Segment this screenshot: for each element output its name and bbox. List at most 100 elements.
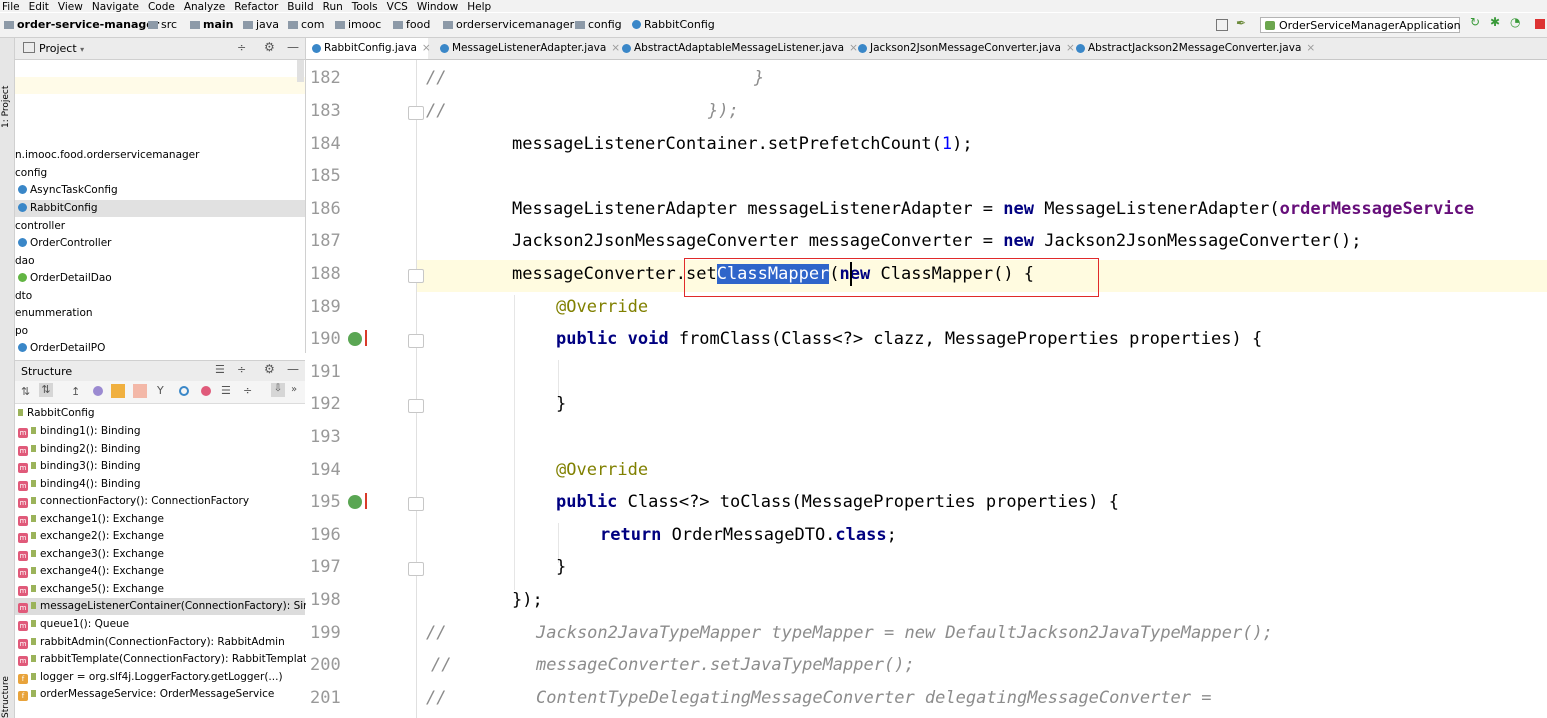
expand-all-icon[interactable]: ☰ [221, 384, 231, 397]
minimize-icon[interactable]: — [287, 362, 299, 376]
tree-item[interactable]: po [15, 325, 28, 337]
breadcrumb-config[interactable]: config [575, 18, 622, 31]
build-hammer-icon[interactable]: ✒ [1236, 16, 1246, 30]
structure-item[interactable]: m exchange1(): Exchange [18, 513, 164, 526]
structure-tool-button[interactable]: Structure [1, 676, 11, 718]
menu-file[interactable]: File [2, 2, 20, 13]
tree-item[interactable]: OrderDetailDao [18, 272, 112, 284]
tree-item-selected[interactable]: RabbitConfig [18, 202, 98, 214]
structure-item[interactable]: m exchange4(): Exchange [18, 565, 164, 578]
structure-item[interactable]: f orderMessageService: OrderMessageServic… [18, 688, 274, 701]
breadcrumb-com[interactable]: com [288, 18, 325, 31]
code-line-201[interactable]: //ContentTypeDelegatingMessageConverter … [426, 688, 1212, 708]
structure-item[interactable]: m rabbitTemplate(ConnectionFactory): Rabb… [18, 653, 314, 666]
structure-item[interactable]: f logger = org.slf4j.LoggerFactory.getLog… [18, 671, 283, 684]
code-line-190[interactable]: public void fromClass(Class<?> clazz, Me… [556, 329, 1262, 349]
fold-marker-icon[interactable] [408, 106, 424, 120]
close-icon[interactable]: × [422, 42, 431, 54]
more-icon[interactable]: » [291, 384, 297, 395]
menu-help[interactable]: Help [467, 2, 491, 13]
tab-messagelisteneradapter[interactable]: MessageListenerAdapter.java × [434, 38, 620, 59]
close-icon[interactable]: × [1306, 42, 1315, 54]
show-non-public-icon[interactable] [133, 384, 147, 398]
tree-item[interactable]: enummeration [15, 307, 93, 319]
breadcrumb-orderservicemanager[interactable]: orderservicemanager [443, 18, 574, 31]
menu-window[interactable]: Window [417, 2, 458, 13]
fold-marker-icon[interactable] [408, 269, 424, 283]
structure-item[interactable]: m exchange2(): Exchange [18, 530, 164, 543]
code-line-183[interactable]: //}); [426, 101, 739, 121]
structure-item[interactable]: m binding4(): Binding [18, 478, 141, 491]
menu-tools[interactable]: Tools [352, 2, 378, 13]
tree-item[interactable]: AsyncTaskConfig [18, 184, 118, 196]
coverage-icon[interactable]: ◔ [1510, 15, 1520, 29]
menu-vcs[interactable]: VCS [387, 2, 408, 13]
breadcrumb-src[interactable]: src [148, 18, 177, 31]
code-line-194[interactable]: @Override [556, 460, 648, 480]
tree-item[interactable]: OrderController [18, 237, 112, 249]
tree-item[interactable]: controller [15, 220, 65, 232]
structure-item-selected[interactable]: m messageListenerContainer(ConnectionFact… [18, 600, 329, 613]
structure-item[interactable]: m exchange3(): Exchange [18, 548, 164, 561]
tree-item[interactable]: dao [15, 255, 35, 267]
fold-marker-icon[interactable] [408, 334, 424, 348]
structure-item[interactable]: m binding3(): Binding [18, 460, 141, 473]
menu-analyze[interactable]: Analyze [184, 2, 225, 13]
implements-method-icon[interactable] [348, 493, 367, 509]
sort-visibility-icon[interactable]: ⇅ [39, 383, 53, 397]
breadcrumb-main[interactable]: main [190, 18, 234, 31]
autoscroll-icon[interactable]: ⇩ [271, 383, 285, 397]
show-lambdas-icon[interactable] [201, 386, 211, 396]
project-scrollbar[interactable] [297, 60, 304, 82]
implements-method-icon[interactable] [348, 330, 367, 346]
run-icon[interactable]: ↻ [1470, 15, 1480, 29]
code-line-195[interactable]: public Class<?> toClass(MessagePropertie… [556, 492, 1119, 512]
tab-abstractjackson2messageconverter[interactable]: AbstractJackson2MessageConverter.java × [1070, 38, 1315, 59]
filter-icon[interactable]: Y [157, 384, 164, 397]
project-structure-icon[interactable] [1216, 19, 1228, 31]
tree-item[interactable]: config [15, 167, 47, 179]
code-line-197[interactable]: } [556, 557, 566, 577]
tree-item[interactable]: dto [15, 290, 32, 302]
expand-all-icon[interactable]: ☰ [215, 363, 225, 376]
menu-run[interactable]: Run [323, 2, 343, 13]
tree-item[interactable]: OrderDetailPO [18, 342, 105, 354]
code-line-189[interactable]: @Override [556, 297, 648, 317]
fold-marker-icon[interactable] [408, 497, 424, 511]
breadcrumb-java[interactable]: java [243, 18, 279, 31]
run-configuration-select[interactable]: OrderServiceManagerApplication ⌄ [1260, 17, 1461, 33]
tab-abstractadaptablemessagelistener[interactable]: AbstractAdaptableMessageListener.java × [616, 38, 858, 59]
code-line-200[interactable]: //messageConverter.setJavaTypeMapper(); [426, 655, 915, 675]
menu-build[interactable]: Build [287, 2, 313, 13]
structure-root[interactable]: RabbitConfig [18, 407, 95, 419]
menu-view[interactable]: View [58, 2, 83, 13]
code-line-192[interactable]: } [556, 394, 566, 414]
breadcrumb-project[interactable]: order-service-manager [4, 18, 159, 31]
stop-icon[interactable] [1535, 19, 1545, 29]
structure-item[interactable]: m binding1(): Binding [18, 425, 141, 438]
debug-icon[interactable]: ✱ [1490, 15, 1500, 29]
project-tool-button[interactable]: 1: Project [1, 86, 11, 128]
fold-marker-icon[interactable] [408, 399, 424, 413]
editor-gutter[interactable] [306, 60, 417, 718]
structure-item[interactable]: m connectionFactory(): ConnectionFactory [18, 495, 249, 508]
show-properties-icon[interactable] [93, 386, 103, 396]
menu-refactor[interactable]: Refactor [234, 2, 278, 13]
code-line-196[interactable]: return OrderMessageDTO.class; [600, 525, 897, 545]
code-line-186[interactable]: MessageListenerAdapter messageListenerAd… [512, 199, 1474, 219]
sort-alpha-icon[interactable]: ⇅ [21, 385, 30, 398]
menu-code[interactable]: Code [148, 2, 175, 13]
project-panel-title[interactable]: Project ▾ [23, 42, 84, 55]
collapse-all-icon[interactable]: ÷ [237, 363, 246, 376]
code-line-198[interactable]: }); [512, 590, 543, 610]
menu-navigate[interactable]: Navigate [92, 2, 139, 13]
breadcrumb-imooc[interactable]: imooc [335, 18, 381, 31]
structure-item[interactable]: m binding2(): Binding [18, 443, 141, 456]
show-anonymous-icon[interactable] [179, 386, 189, 396]
code-line-182[interactable]: //} [426, 68, 764, 88]
gear-icon[interactable]: ⚙ [264, 362, 275, 376]
fold-marker-icon[interactable] [408, 562, 424, 576]
show-inherited-icon[interactable]: ↥ [71, 385, 80, 398]
structure-item[interactable]: m queue1(): Queue [18, 618, 129, 631]
code-line-199[interactable]: //Jackson2JavaTypeMapper typeMapper = ne… [426, 623, 1273, 643]
